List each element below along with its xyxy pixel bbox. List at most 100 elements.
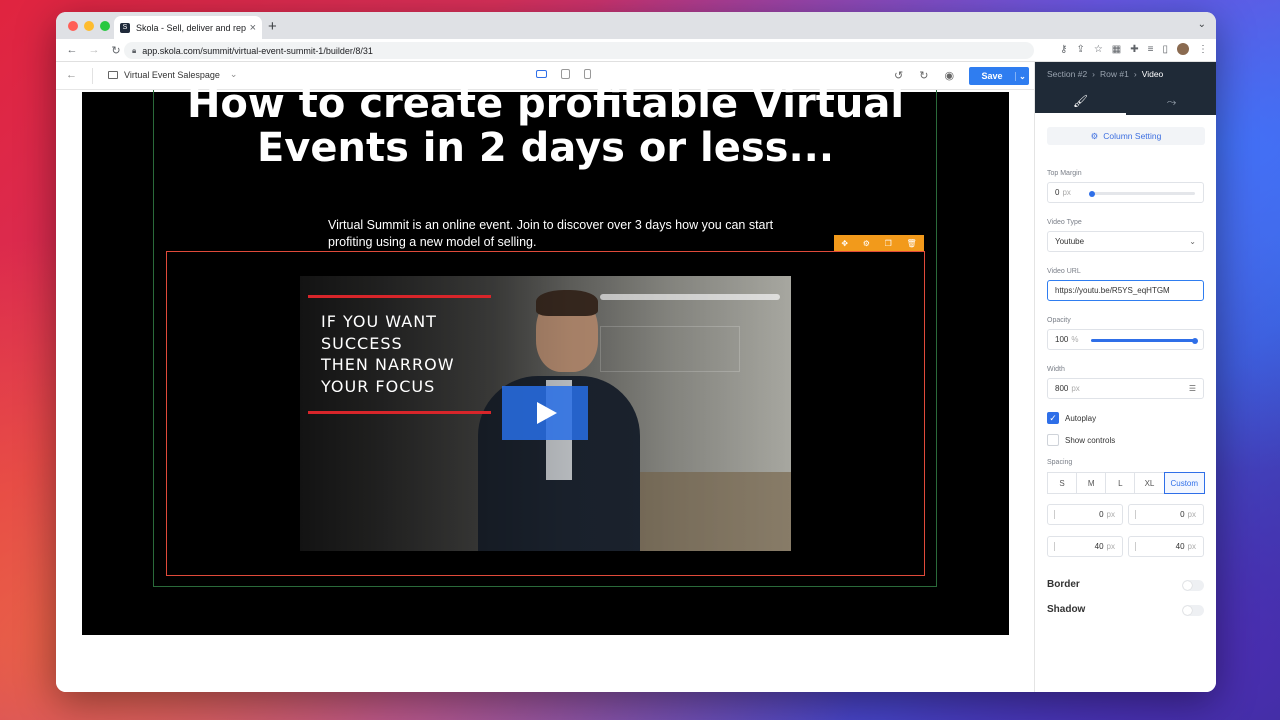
spacing-custom-button[interactable]: Custom — [1163, 472, 1205, 494]
bookmark-star-icon[interactable]: ☆ — [1094, 44, 1103, 55]
chevron-down-icon: ⌄ — [1189, 237, 1196, 246]
breadcrumb: Section #2 › Row #1 › Video — [1047, 69, 1163, 79]
video-player[interactable]: IF YOU WANT SUCCESS THEN NARROW YOUR FOC… — [300, 276, 791, 551]
active-tab-indicator — [1035, 113, 1126, 115]
page-headline[interactable]: How to create profitable Virtual Events … — [182, 82, 909, 170]
lock-icon: 🔒︎ — [132, 45, 137, 55]
panel-tabs: 🖌︎ ⤳ — [1035, 89, 1216, 115]
new-tab-icon[interactable]: + — [268, 18, 277, 35]
video-url-input[interactable]: https://youtu.be/R5YS_eqHTGM — [1047, 280, 1204, 301]
profile-avatar[interactable] — [1177, 43, 1189, 55]
spacing-presets: S M L XL Custom — [1047, 472, 1205, 494]
width-label: Width — [1047, 366, 1065, 373]
key-icon[interactable]: ⚷ — [1060, 44, 1067, 55]
spacing-bottom-field[interactable]: 40 px — [1128, 536, 1204, 557]
tab-style[interactable]: 🖌︎ — [1035, 89, 1126, 115]
opacity-field[interactable]: 100 % — [1047, 329, 1204, 350]
page-selector[interactable]: Virtual Event Salespage ⌄ — [108, 69, 237, 80]
tab-title: Skola - Sell, deliver and repeat — [136, 22, 246, 33]
tab-advanced[interactable]: ⤳ — [1126, 89, 1216, 115]
builder-back-icon[interactable]: ← — [66, 69, 77, 81]
bottom-padding-icon — [1135, 542, 1143, 551]
extension-icon[interactable]: ▦ — [1112, 44, 1121, 55]
page-subtext[interactable]: Virtual Summit is an online event. Join … — [328, 217, 778, 251]
tablet-view-icon[interactable] — [561, 69, 570, 79]
autoplay-checkbox[interactable]: ✓ — [1047, 412, 1059, 424]
mobile-view-icon[interactable] — [584, 69, 591, 79]
url-field[interactable]: 🔒︎ app.skola.com/summit/virtual-event-su… — [124, 42, 1034, 59]
forward-icon[interactable]: → — [88, 44, 100, 56]
video-type-value: Youtube — [1055, 237, 1085, 246]
puzzle-icon[interactable]: ✚ — [1130, 44, 1138, 55]
browser-window: S Skola - Sell, deliver and repeat × + ⌄… — [56, 12, 1216, 692]
top-margin-slider-handle[interactable] — [1089, 190, 1095, 197]
save-button[interactable]: Save ⌄ — [969, 67, 1029, 85]
page-icon — [108, 70, 118, 79]
video-type-select[interactable]: Youtube ⌄ — [1047, 231, 1204, 252]
opacity-value: 100 — [1055, 335, 1069, 344]
right-padding-icon — [1135, 510, 1143, 519]
skola-favicon-icon: S — [120, 22, 130, 33]
delete-icon[interactable]: 🗑︎ — [906, 239, 916, 248]
breadcrumb-row[interactable]: Row #1 — [1100, 69, 1129, 79]
tab-search-chevron-icon[interactable]: ⌄ — [1198, 19, 1206, 30]
maximize-window-button[interactable] — [100, 21, 110, 31]
spacing-left-value: 0 — [1099, 510, 1104, 519]
shadow-section-title: Shadow — [1047, 604, 1086, 615]
left-padding-icon — [1054, 510, 1062, 519]
move-icon[interactable]: ✥ — [841, 239, 848, 248]
back-icon[interactable]: ← — [66, 44, 78, 56]
minimize-window-button[interactable] — [84, 21, 94, 31]
device-preview-switcher — [536, 69, 591, 79]
spacing-unit: px — [1106, 510, 1115, 519]
sidebar-icon[interactable]: ▯ — [1162, 44, 1168, 55]
reading-list-icon[interactable]: ≡ — [1148, 44, 1154, 55]
unit-menu-icon[interactable]: ☰ — [1189, 384, 1196, 393]
spacing-right-field[interactable]: 0 px — [1128, 504, 1204, 525]
video-url-value: https://youtu.be/R5YS_eqHTGM — [1055, 286, 1170, 295]
preview-eye-icon[interactable]: ◉ — [944, 69, 954, 82]
brush-icon: 🖌︎ — [1072, 94, 1089, 108]
width-field[interactable]: 800 px ☰ — [1047, 378, 1204, 399]
browser-tab[interactable]: S Skola - Sell, deliver and repeat × — [114, 16, 262, 39]
spacing-top-field[interactable]: 40 px — [1047, 536, 1123, 557]
spacing-l-button[interactable]: L — [1105, 472, 1136, 494]
top-margin-slider[interactable] — [1091, 192, 1195, 195]
top-margin-field[interactable]: 0 px — [1047, 182, 1204, 203]
spacing-m-button[interactable]: M — [1076, 472, 1107, 494]
spacing-left-field[interactable]: 0 px — [1047, 504, 1123, 525]
spacing-s-button[interactable]: S — [1047, 472, 1078, 494]
page-section[interactable]: How to create profitable Virtual Events … — [82, 82, 1009, 635]
border-toggle[interactable] — [1182, 580, 1204, 591]
redo-icon[interactable]: ↻ — [919, 69, 928, 82]
video-overlay-line: IF YOU WANT — [321, 312, 437, 331]
address-bar: ← → ↻ 🔒︎ app.skola.com/summit/virtual-ev… — [56, 39, 1216, 62]
autoplay-label: Autoplay — [1065, 414, 1097, 423]
desktop-view-icon[interactable] — [536, 70, 547, 78]
divider — [92, 68, 93, 84]
close-tab-icon[interactable]: × — [250, 22, 256, 34]
top-margin-value: 0 — [1055, 188, 1060, 197]
column-setting-label: Column Setting — [1103, 131, 1162, 141]
gear-icon: ⚙ — [1090, 130, 1099, 141]
settings-icon[interactable]: ⚙ — [863, 239, 870, 248]
save-options-chevron-icon[interactable]: ⌄ — [1015, 71, 1029, 81]
show-controls-checkbox[interactable] — [1047, 434, 1059, 446]
shadow-toggle[interactable] — [1182, 605, 1204, 616]
spacing-unit: px — [1187, 542, 1196, 551]
breadcrumb-section[interactable]: Section #2 — [1047, 69, 1087, 79]
play-button[interactable] — [502, 386, 588, 440]
opacity-slider-handle[interactable] — [1192, 337, 1198, 344]
column-setting-button[interactable]: ⚙ Column Setting — [1047, 127, 1205, 145]
video-overlay-text: IF YOU WANT SUCCESS THEN NARROW YOUR FOC… — [321, 311, 455, 397]
menu-dots-icon[interactable]: ⋮ — [1198, 44, 1208, 55]
duplicate-icon[interactable]: ❐ — [885, 239, 892, 248]
spacing-xl-button[interactable]: XL — [1134, 472, 1165, 494]
spacing-label: Spacing — [1047, 459, 1073, 466]
close-window-button[interactable] — [68, 21, 78, 31]
opacity-slider[interactable] — [1091, 339, 1195, 342]
border-section-title: Border — [1047, 579, 1080, 590]
share-icon[interactable]: ⇪ — [1076, 44, 1084, 55]
reload-icon[interactable]: ↻ — [110, 44, 122, 57]
breadcrumb-current: Video — [1141, 69, 1164, 79]
